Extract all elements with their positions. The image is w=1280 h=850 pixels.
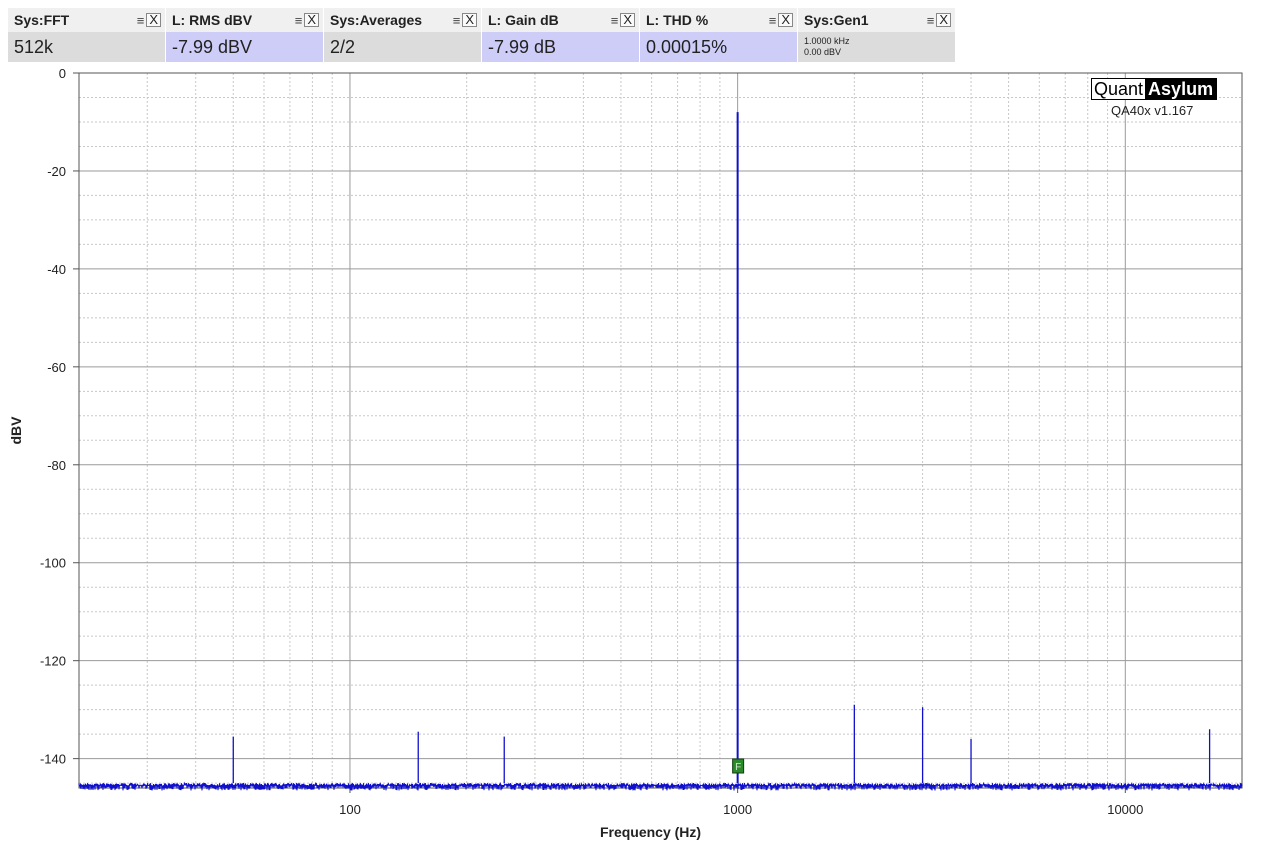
brand-left: Quant (1092, 79, 1146, 99)
y-tick-label: -140 (40, 752, 66, 767)
y-tick-label: -100 (40, 556, 66, 571)
brand-logo: Quant Asylum (1091, 78, 1218, 100)
frequency-marker[interactable]: F (732, 758, 745, 774)
y-tick-label: -60 (47, 360, 66, 375)
y-tick-label: -120 (40, 654, 66, 669)
x-tick-label: 1000 (723, 802, 752, 817)
marker-label: F (735, 762, 741, 773)
y-tick-label: -80 (47, 458, 66, 473)
spectrum-plot: 0 -20 -40 -60 -80 -100 -120 -140 100 1000 10000 F… (8, 66, 1243, 840)
spectrum-trace (78, 112, 1243, 791)
y-tick-label: -20 (47, 164, 66, 179)
x-axis-ticks: 100 1000 10000 (339, 788, 1143, 817)
noise-floor-trace (78, 781, 1243, 791)
version-label: QA40x v1.167 (1111, 103, 1194, 118)
y-axis-title: dBV (8, 416, 24, 445)
x-tick-label: 10000 (1107, 802, 1143, 817)
plot-frame (78, 72, 1243, 789)
brand-right: Asylum (1145, 79, 1217, 99)
y-axis-ticks: 0 -20 -40 -60 -80 -100 -120 -140 (40, 66, 79, 767)
y-tick-label: 0 (59, 66, 66, 81)
x-axis-title: Frequency (Hz) (600, 824, 701, 840)
plot-grid (78, 72, 1243, 788)
y-tick-label: -40 (47, 262, 66, 277)
x-tick-label: 100 (339, 802, 361, 817)
